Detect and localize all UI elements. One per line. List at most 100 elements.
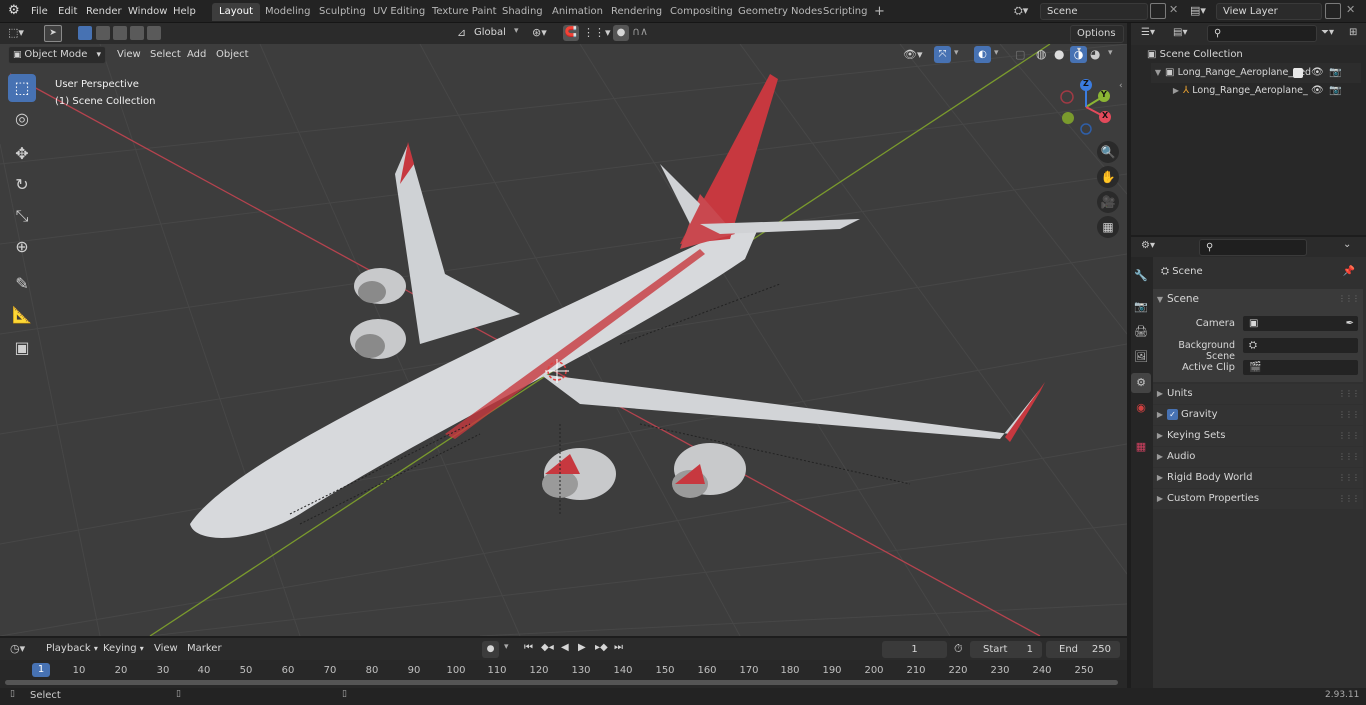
timeline-editor-icon[interactable]: ◷▾ [10, 642, 25, 655]
orientation-dropdown[interactable]: Global [474, 27, 506, 38]
active-clip-field[interactable]: 🎬 [1242, 359, 1359, 376]
gravity-checkbox[interactable]: ✓ [1167, 408, 1178, 420]
tab-rendering[interactable]: Rendering [604, 3, 669, 21]
overlay-toggle-icon[interactable]: ◐ [974, 46, 991, 63]
scene-name-field[interactable]: Scene [1040, 3, 1148, 20]
outliner-item-object[interactable]: ▶ ⅄ Long_Range_Aeroplane_ 👁 📷 [1169, 81, 1361, 101]
outliner-item-collection[interactable]: ▼ ▣ Long_Range_Aeroplane_Red 👁 📷 [1151, 63, 1361, 83]
new-collection-icon[interactable]: ⊞ [1349, 27, 1357, 38]
properties-editor-icon[interactable]: ⚙▾ [1141, 240, 1155, 251]
proportional-edit-icon[interactable]: ● [613, 25, 629, 41]
tab-scripting[interactable]: Scripting [816, 3, 874, 21]
drag-handle-icon[interactable]: ⋮⋮⋮ [1338, 289, 1360, 309]
world-tab-icon[interactable]: ◉ [1131, 398, 1151, 418]
3d-viewport[interactable]: User Perspective (1) Scene Collection ⬚ … [0, 44, 1127, 636]
output-tab-icon[interactable]: 🖨 [1131, 322, 1151, 342]
menu-file[interactable]: File [25, 3, 54, 20]
prev-keyframe-icon[interactable]: ◆◂ [541, 642, 554, 653]
blender-logo-icon[interactable]: ⚙ [8, 3, 20, 18]
tab-compositing[interactable]: Compositing [663, 3, 740, 21]
display-mode-icon[interactable]: ▤▾ [1173, 27, 1187, 38]
timeline-menu-keying[interactable]: Keying ▾ [97, 640, 150, 657]
properties-search-input[interactable]: ⚲ [1199, 239, 1307, 256]
expand-triangle-icon[interactable]: ▶ [1169, 81, 1183, 101]
snap-toggle-icon[interactable]: 🧲 [563, 25, 579, 41]
rigid-body-panel-header[interactable]: ▶ Rigid Body World ⋮⋮⋮ [1153, 468, 1363, 488]
eye-icon[interactable]: 👁 [1311, 63, 1324, 83]
drag-handle-icon[interactable]: ⋮⋮⋮ [1338, 405, 1360, 425]
close-scene-icon[interactable]: ✕ [1169, 3, 1178, 16]
new-scene-icon[interactable] [1150, 3, 1166, 19]
add-cube-tool-icon[interactable]: ▣ [8, 334, 36, 362]
units-panel-header[interactable]: ▶ Units ⋮⋮⋮ [1153, 384, 1363, 404]
outliner-scene-collection[interactable]: ▣ Scene Collection [1147, 45, 1362, 65]
chevron-down-icon[interactable]: ⌄ [1343, 239, 1351, 250]
chevron-down-icon[interactable]: ▾ [504, 642, 509, 652]
pan-hand-icon[interactable]: ✋ [1097, 166, 1119, 188]
exclude-checkbox[interactable] [1293, 68, 1303, 78]
select-box-tool-icon[interactable]: ⬚ [8, 74, 36, 102]
outliner-editor-icon[interactable]: ☰▾ [1141, 27, 1155, 38]
scene-panel-header[interactable]: ▼ Scene ⋮⋮⋮ [1153, 289, 1363, 309]
eyedropper-icon[interactable]: ✒ [1346, 316, 1354, 331]
camera-icon[interactable]: 📷 [1329, 81, 1341, 101]
camera-icon[interactable]: 📷 [1329, 63, 1341, 83]
pin-icon[interactable]: 📌 [1343, 262, 1355, 282]
select-mode-extend-icon[interactable] [96, 26, 110, 40]
tab-geometry-nodes[interactable]: Geometry Nodes [731, 3, 829, 21]
frame-scrollbar[interactable] [5, 680, 1118, 685]
tab-layout[interactable]: Layout [212, 3, 260, 21]
measure-tool-icon[interactable]: 📐 [8, 301, 36, 329]
drag-handle-icon[interactable]: ⋮⋮⋮ [1338, 447, 1360, 467]
eye-icon[interactable]: 👁 [1311, 81, 1324, 101]
keying-sets-panel-header[interactable]: ▶ Keying Sets ⋮⋮⋮ [1153, 426, 1363, 446]
navigation-gizmo[interactable]: Y Z X [1055, 76, 1117, 138]
move-tool-icon[interactable]: ✥ [8, 140, 36, 168]
camera-view-icon[interactable]: 🎥 [1097, 191, 1119, 213]
overlay-options-icon[interactable]: ▾ [994, 48, 999, 58]
jump-end-icon[interactable]: ⏭ [614, 642, 623, 653]
gravity-panel-header[interactable]: ▶ ✓ Gravity ⋮⋮⋮ [1153, 405, 1363, 425]
texture-tab-icon[interactable]: ▦ [1131, 437, 1151, 457]
timeline-menu-marker[interactable]: Marker [181, 640, 228, 657]
drag-handle-icon[interactable]: ⋮⋮⋮ [1338, 426, 1360, 446]
rotate-tool-icon[interactable]: ↻ [8, 171, 36, 199]
zoom-icon[interactable]: 🔍 [1097, 141, 1119, 163]
rendered-shading-icon[interactable]: ◕ [1090, 47, 1100, 61]
options-button[interactable]: Options ▾ [1070, 25, 1124, 54]
current-frame-marker[interactable]: 1 [32, 663, 50, 677]
outliner-search-input[interactable]: ⚲ [1207, 25, 1317, 42]
camera-field[interactable]: ▣ ✒ [1242, 315, 1359, 332]
tab-modeling[interactable]: Modeling [258, 3, 318, 21]
drag-handle-icon[interactable]: ⋮⋮⋮ [1338, 489, 1360, 509]
viewport-menu-add[interactable]: Add [181, 46, 212, 63]
tab-uv-editing[interactable]: UV Editing [366, 3, 432, 21]
select-mode-new-icon[interactable] [78, 26, 92, 40]
scene-icon[interactable]: ⛭▾ [1014, 4, 1028, 18]
gizmo-options-icon[interactable]: ▾ [954, 48, 959, 58]
sidebar-toggle-icon[interactable]: ‹ [1119, 81, 1123, 91]
tool-tab-icon[interactable]: 🔧 [1131, 266, 1151, 286]
play-icon[interactable]: ▶ [578, 642, 586, 653]
filter-icon[interactable]: ⏷▾ [1321, 27, 1334, 38]
scene-tab-icon[interactable]: ⚙ [1131, 373, 1151, 393]
timeline-menu-view[interactable]: View [148, 640, 184, 657]
new-view-layer-icon[interactable] [1325, 3, 1341, 19]
select-mode-invert-icon[interactable] [130, 26, 144, 40]
viewport-menu-object[interactable]: Object [210, 46, 255, 63]
render-tab-icon[interactable]: 📷 [1131, 297, 1151, 317]
play-reverse-icon[interactable]: ◀ [561, 642, 569, 653]
custom-properties-panel-header[interactable]: ▶ Custom Properties ⋮⋮⋮ [1153, 489, 1363, 509]
tab-sculpting[interactable]: Sculpting [312, 3, 373, 21]
select-mode-subtract-icon[interactable] [113, 26, 127, 40]
expand-triangle-icon[interactable]: ▼ [1151, 63, 1165, 83]
menu-render[interactable]: Render [80, 3, 128, 20]
pivot-icon[interactable]: ⊛▾ [532, 26, 547, 39]
tab-texture-paint[interactable]: Texture Paint [425, 3, 504, 21]
transform-tool-icon[interactable]: ⊕ [8, 233, 36, 261]
view-layer-tab-icon[interactable]: 🖼 [1131, 347, 1151, 367]
editor-type-icon[interactable]: ⬚▾ [8, 26, 24, 39]
tab-animation[interactable]: Animation [545, 3, 610, 21]
end-frame-field[interactable]: End 250 [1046, 641, 1120, 658]
background-scene-field[interactable]: ⛭ [1242, 337, 1359, 354]
